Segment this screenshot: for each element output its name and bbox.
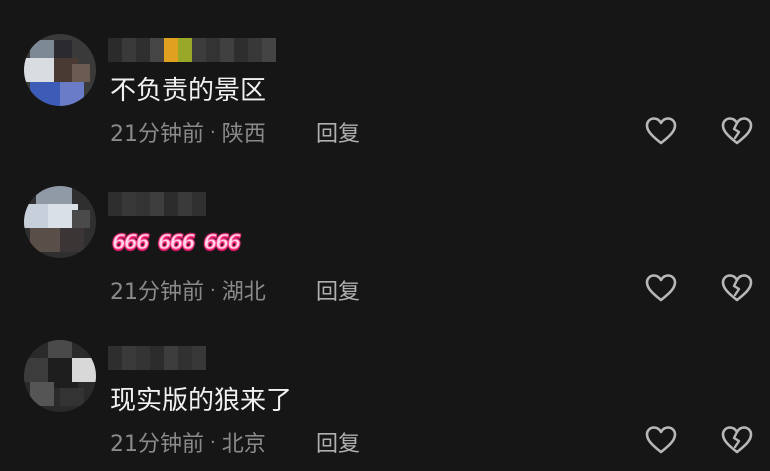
comment-meta: 21分钟前 · 北京	[110, 426, 266, 458]
emoji-666-group: 666 666 666	[110, 230, 242, 255]
username-blurred[interactable]	[108, 192, 206, 216]
broken-heart-icon[interactable]	[720, 271, 754, 305]
meta-separator: ·	[210, 431, 216, 453]
comment-list: 不负责的景区 21分钟前 · 陕西 回复 666 666 666 21分钟前 ·…	[0, 0, 770, 471]
broken-heart-icon[interactable]	[720, 423, 754, 457]
comment-text: 现实版的狼来了	[110, 386, 293, 416]
reply-button[interactable]: 回复	[316, 274, 360, 306]
comment-location: 湖北	[221, 280, 266, 305]
heart-outline-icon[interactable]	[644, 423, 678, 457]
comment-location: 北京	[221, 432, 266, 457]
heart-outline-icon[interactable]	[644, 114, 678, 148]
username-blurred[interactable]	[108, 346, 206, 370]
avatar[interactable]	[24, 186, 96, 258]
broken-heart-icon[interactable]	[720, 114, 754, 148]
comment-text: 不负责的景区	[110, 76, 267, 106]
reply-button[interactable]: 回复	[316, 116, 360, 148]
emoji-666-badge: 666	[203, 230, 242, 255]
comment-time: 21分钟前	[110, 280, 204, 305]
heart-outline-icon[interactable]	[644, 271, 678, 305]
comment-time: 21分钟前	[110, 432, 204, 457]
username-blurred[interactable]	[108, 38, 276, 62]
meta-separator: ·	[210, 121, 216, 143]
comment-meta: 21分钟前 · 陕西	[110, 116, 266, 148]
emoji-666-badge: 666	[112, 230, 151, 255]
meta-separator: ·	[210, 279, 216, 301]
comment-location: 陕西	[221, 122, 266, 147]
comment-time: 21分钟前	[110, 122, 204, 147]
avatar[interactable]	[24, 34, 96, 106]
reply-button[interactable]: 回复	[316, 426, 360, 458]
avatar[interactable]	[24, 340, 96, 412]
comment-meta: 21分钟前 · 湖北	[110, 274, 266, 306]
emoji-666-badge: 666	[157, 230, 196, 255]
